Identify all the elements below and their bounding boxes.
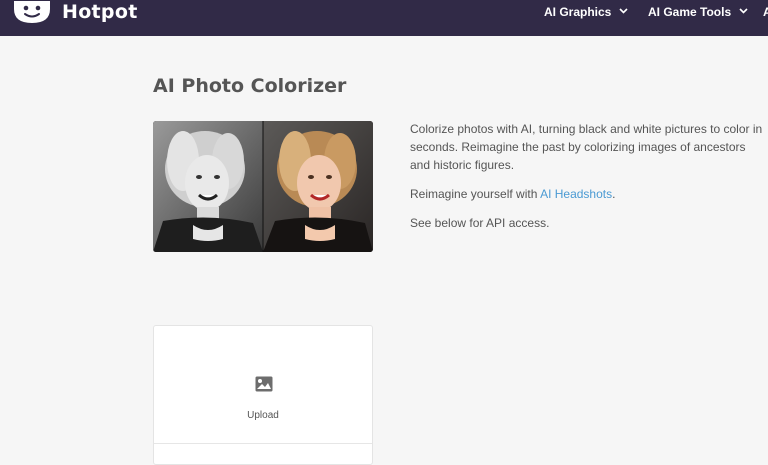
chevron-down-icon [619, 5, 628, 17]
nav-label: AI Graphics [544, 5, 612, 19]
divider [154, 443, 372, 444]
nav-truncated-item[interactable]: A [763, 0, 768, 24]
before-after-example-image [153, 121, 373, 252]
chevron-down-icon [739, 5, 748, 17]
nav-label: AI Game Tools [648, 5, 732, 19]
description: Colorize photos with AI, turning black a… [410, 120, 765, 243]
nav-label: A [763, 5, 768, 19]
logo[interactable]: Hotpot [12, 0, 138, 24]
brand-name: Hotpot [62, 1, 138, 23]
image-icon [255, 376, 273, 392]
headshots-suffix: . [612, 187, 616, 201]
headshots-paragraph: Reimagine yourself with AI Headshots. [410, 185, 765, 203]
upload-label: Upload [247, 410, 279, 421]
upload-dropzone[interactable]: Upload [153, 325, 373, 465]
description-paragraph: Colorize photos with AI, turning black a… [410, 122, 763, 172]
headshots-prefix: Reimagine yourself with [410, 187, 541, 201]
api-access-paragraph: See below for API access. [410, 216, 550, 230]
top-navigation-bar: Hotpot AI Graphics AI Game Tools A [0, 0, 768, 36]
page-title: AI Photo Colorizer [153, 75, 347, 97]
hotpot-logo-icon [12, 1, 52, 23]
nav-ai-graphics[interactable]: AI Graphics [544, 0, 628, 24]
nav-ai-game-tools[interactable]: AI Game Tools [648, 0, 748, 24]
ai-headshots-link[interactable]: AI Headshots [540, 187, 612, 201]
